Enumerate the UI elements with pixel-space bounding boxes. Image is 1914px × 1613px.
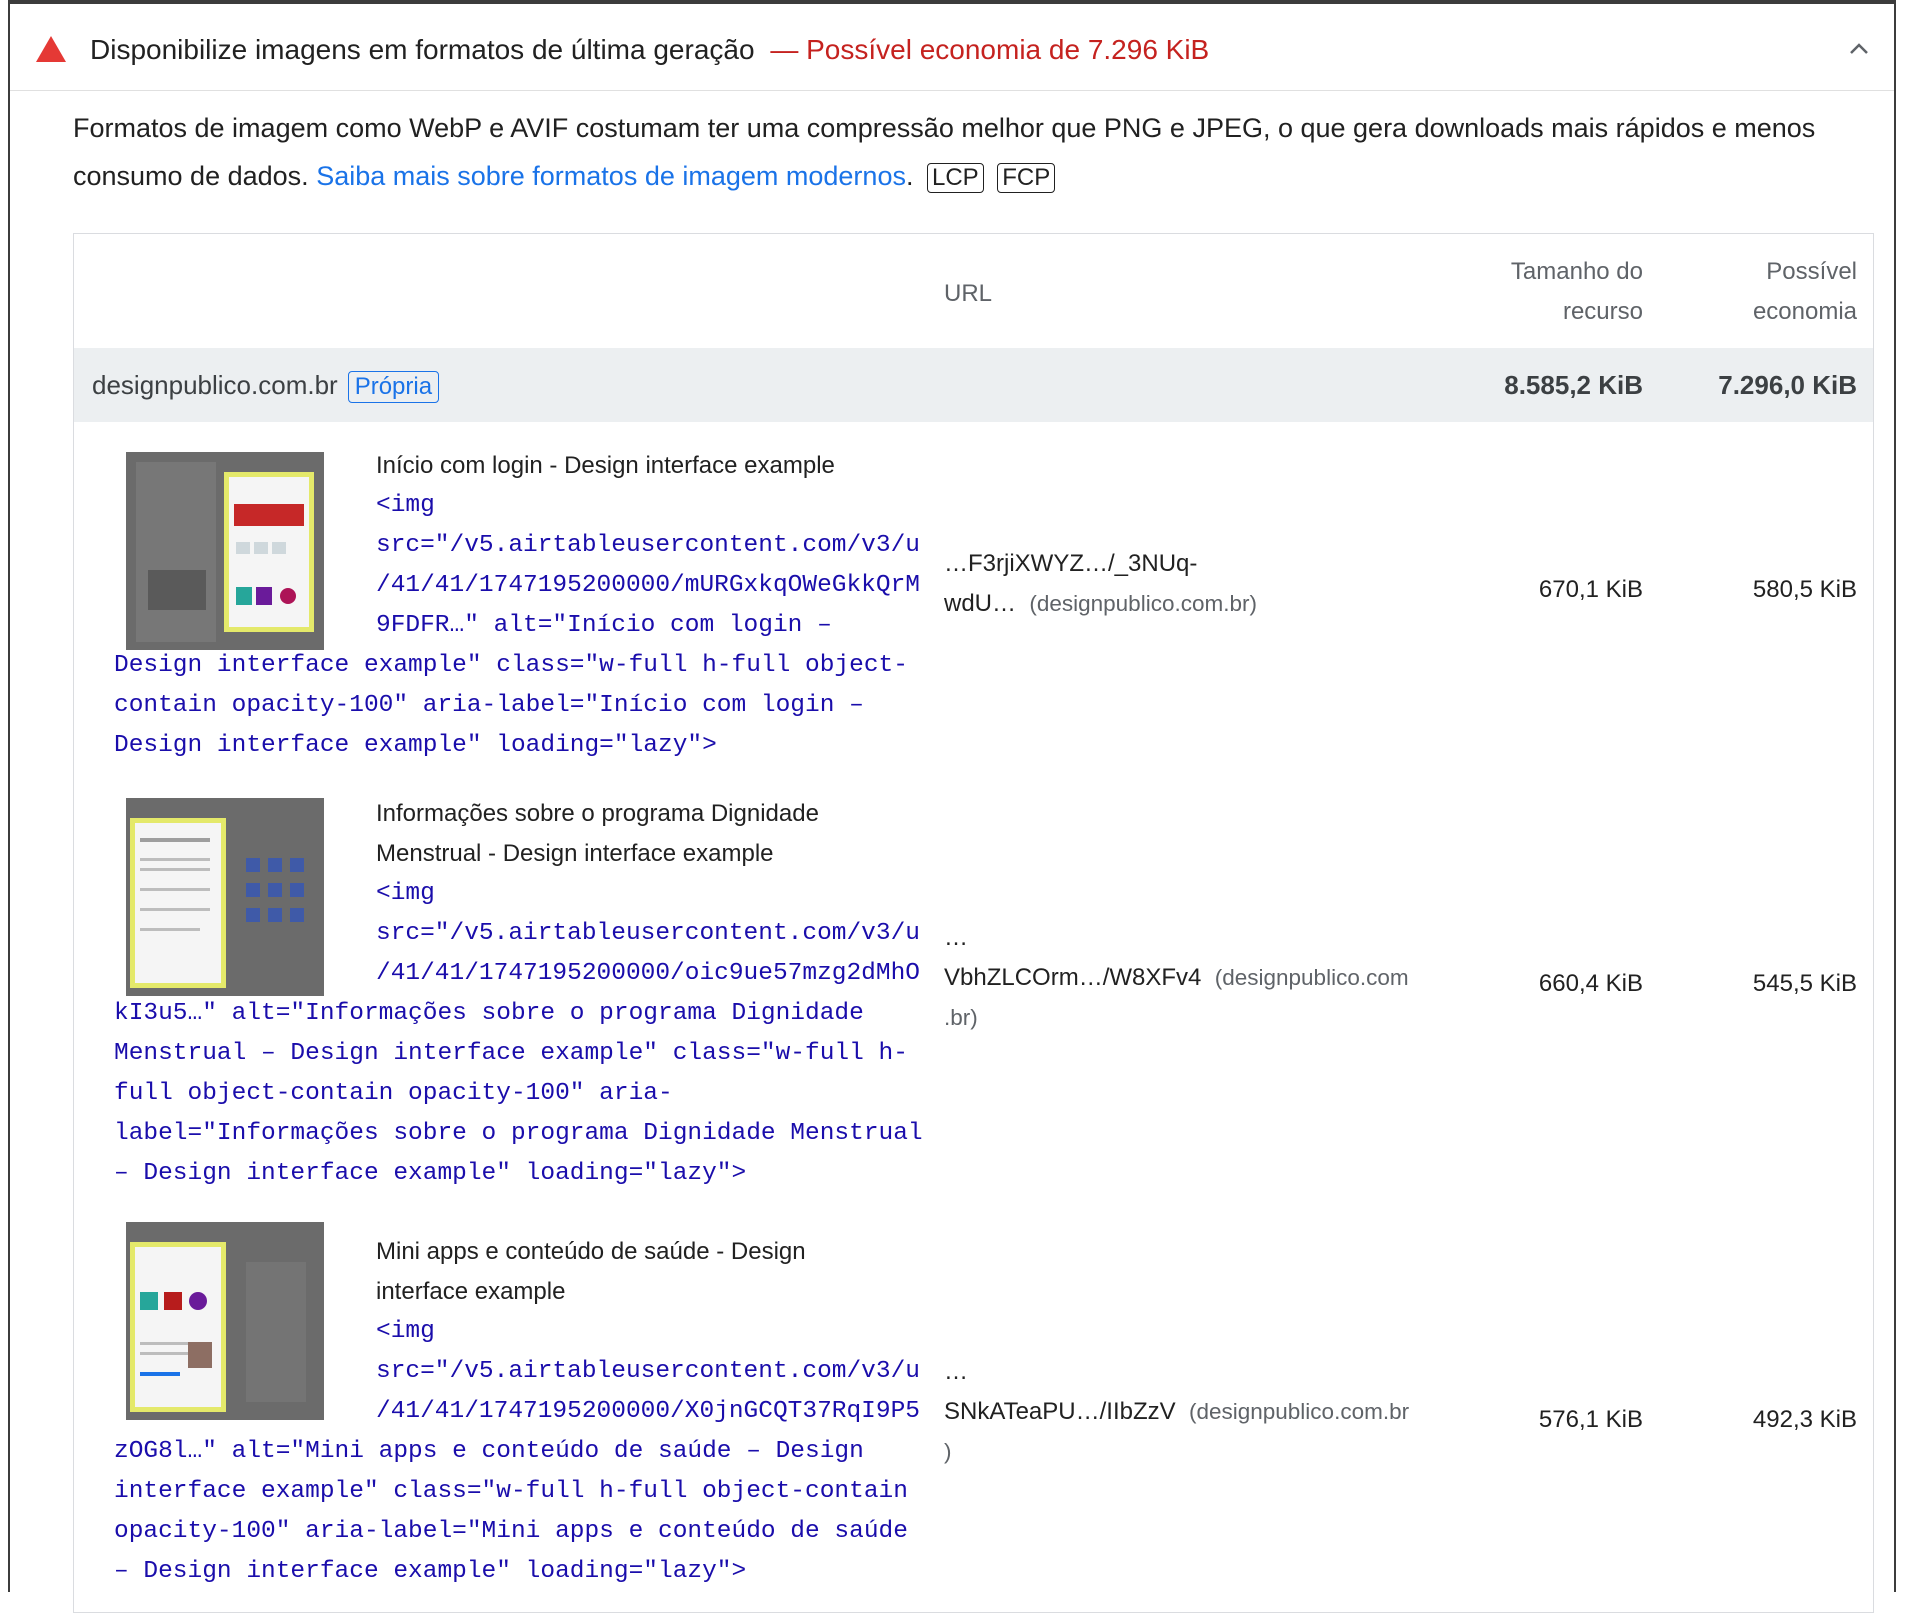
url-host: ) [944, 1439, 952, 1464]
column-header-size: Tamanho do recurso [1511, 252, 1643, 332]
url-host: (designpublico.com.br) [1029, 591, 1257, 616]
html-snippet: kI3u5…" alt="Informações sobre o program… [114, 994, 934, 1194]
resource-size: 670,1 KiB [1538, 576, 1643, 603]
node-label: Início com login - Design interface exam… [376, 452, 835, 479]
url-line: wdU… [944, 590, 1017, 617]
snippet-line: interface example" class="w-full h-full … [114, 1478, 908, 1505]
metric-tag-lcp: LCP [927, 163, 984, 193]
node-label-line: Informações sobre o programa Dignidade [376, 800, 819, 827]
potential-savings: 492,3 KiB [1752, 1406, 1857, 1433]
potential-savings: 580,5 KiB [1752, 576, 1857, 603]
snippet-line: <img [376, 1318, 435, 1345]
snippet-line: kI3u5…" alt="Informações sobre o program… [114, 1000, 864, 1027]
url-host: (designpublico.com.br [1188, 1399, 1410, 1424]
audit-title: Disponibilize imagens em formatos de últ… [90, 34, 1209, 66]
entity-name: designpublico.com.br Própria [92, 370, 440, 403]
node-label: Informações sobre o programa Dignidade M… [376, 794, 956, 874]
snippet-line: Design interface example" class="w-full … [114, 652, 908, 679]
url-line: …F3rjiXWYZ…/_3NUq- [944, 550, 1198, 577]
thumbnail-preview [126, 798, 324, 996]
url-line: … [944, 924, 968, 951]
html-snippet: zOG8l…" alt="Mini apps e conteúdo de saú… [114, 1432, 934, 1592]
column-header-savings-line2: economia [1752, 298, 1857, 325]
url-line: SNkATeaPU…/IIbZzV [944, 1398, 1176, 1425]
html-snippet: Design interface example" class="w-full … [114, 646, 934, 766]
image-thumbnail [126, 1222, 324, 1420]
column-header-size-line2: recurso [1562, 298, 1643, 325]
snippet-line: – Design interface example" loading="laz… [114, 1558, 747, 1585]
link-period: . [905, 161, 914, 191]
thumbnail-preview [126, 1222, 324, 1420]
snippet-line: full object-contain opacity-100" aria- [114, 1080, 673, 1107]
table-row[interactable]: Início com login - Design interface exam… [74, 438, 1873, 778]
chevron-up-icon[interactable] [1846, 36, 1872, 62]
group-total-savings: 7.296,0 KiB [1718, 370, 1857, 400]
audit-savings: — Possível economia de 7.296 KiB [770, 34, 1210, 65]
warning-triangle-icon [36, 36, 66, 62]
column-header-savings: Possível economia [1753, 252, 1857, 332]
snippet-line: contain opacity-100" aria-label="Início … [114, 692, 864, 719]
node-label-line: interface example [376, 1278, 566, 1305]
snippet-line: <img [376, 492, 435, 519]
first-party-badge: Própria [347, 371, 440, 403]
column-header-url: URL [944, 280, 993, 307]
snippet-line: Menstrual – Design interface example" cl… [114, 1040, 908, 1067]
audit-header[interactable]: Disponibilize imagens em formatos de últ… [10, 6, 1894, 91]
snippet-line: opacity-100" aria-label="Mini apps e con… [114, 1518, 908, 1545]
column-header-size-line1: Tamanho do [1510, 258, 1643, 285]
entity-group-row: designpublico.com.br Própria 8.585,2 KiB … [74, 348, 1873, 422]
resource-url[interactable]: … SNkATeaPU…/IIbZzV (designpublico.com.b… [944, 1352, 1454, 1472]
url-host: (designpublico.com [1214, 965, 1409, 990]
metric-tag-fcp: FCP [997, 163, 1056, 193]
column-header-savings-line1: Possível [1766, 258, 1857, 285]
url-host: .br) [944, 1005, 978, 1030]
node-label-line: Mini apps e conteúdo de saúde - Design [376, 1238, 806, 1265]
learn-more-link[interactable]: Saiba mais sobre formatos de imagem mode… [316, 161, 906, 191]
table-row[interactable]: Informações sobre o programa Dignidade M… [74, 788, 1873, 1208]
resource-url[interactable]: … VbhZLCOrm…/W8XFv4 (designpublico.com .… [944, 918, 1454, 1038]
entity-name-text: designpublico.com.br [92, 370, 338, 400]
node-label: Mini apps e conteúdo de saúde - Design i… [376, 1232, 956, 1312]
audit-description: Formatos de imagem como WebP e AVIF cost… [73, 104, 1863, 200]
audit-title-text: Disponibilize imagens em formatos de últ… [90, 34, 755, 65]
resource-url[interactable]: …F3rjiXWYZ…/_3NUq- wdU… (designpublico.c… [944, 544, 1454, 624]
snippet-line: zOG8l…" alt="Mini apps e conteúdo de saú… [114, 1438, 864, 1465]
resource-size: 576,1 KiB [1538, 1406, 1643, 1433]
table-row[interactable]: Mini apps e conteúdo de saúde - Design i… [74, 1220, 1873, 1600]
image-thumbnail [126, 798, 324, 996]
details-table: URL Tamanho do recurso Possível economia… [73, 233, 1874, 1613]
snippet-line: label="Informações sobre o programa Dign… [114, 1120, 923, 1147]
group-total-size: 8.585,2 KiB [1504, 370, 1643, 400]
thumbnail-preview [126, 452, 324, 650]
potential-savings: 545,5 KiB [1752, 970, 1857, 997]
resource-size: 660,4 KiB [1538, 970, 1643, 997]
url-line: … [944, 1358, 968, 1385]
snippet-line: – Design interface example" loading="laz… [114, 1160, 747, 1187]
node-label-line: Menstrual - Design interface example [376, 840, 774, 867]
snippet-line: <img [376, 880, 435, 907]
image-thumbnail [126, 452, 324, 650]
snippet-line: Design interface example" loading="lazy"… [114, 732, 717, 759]
url-line: VbhZLCOrm…/W8XFv4 [944, 964, 1202, 991]
